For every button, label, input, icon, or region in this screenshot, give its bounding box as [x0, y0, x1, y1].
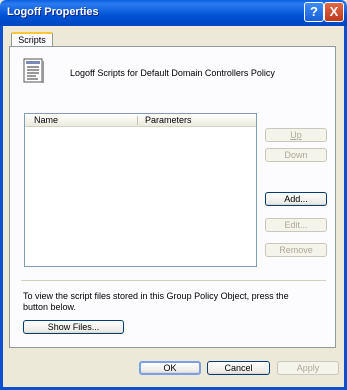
script-document-icon — [23, 58, 44, 83]
down-button-label: Down — [284, 150, 308, 160]
window-title: Logoff Properties — [7, 6, 99, 18]
remove-button[interactable]: Remove — [265, 243, 327, 257]
window-frame-left — [0, 26, 3, 390]
show-files-button-label: Show Files... — [47, 322, 100, 332]
add-button-label: Add... — [284, 194, 308, 204]
policy-title: Logoff Scripts for Default Domain Contro… — [70, 68, 275, 78]
column-header-parameters[interactable]: Parameters — [145, 115, 192, 125]
show-files-button[interactable]: Show Files... — [23, 320, 124, 334]
title-bar[interactable]: Logoff Properties ? X — [0, 0, 347, 26]
down-button[interactable]: Down — [265, 148, 327, 162]
cancel-button[interactable]: Cancel — [207, 361, 270, 375]
close-button[interactable]: X — [324, 2, 344, 22]
add-button[interactable]: Add... — [265, 192, 327, 206]
info-text: To view the script files stored in this … — [23, 291, 289, 312]
column-header-name[interactable]: Name — [34, 115, 58, 125]
cancel-button-label: Cancel — [224, 363, 253, 373]
scripts-list[interactable]: Name Parameters — [24, 113, 257, 267]
edit-button-label: Edit... — [284, 220, 308, 230]
list-header: Name Parameters — [25, 114, 256, 127]
up-button[interactable]: Up — [265, 128, 327, 142]
edit-button[interactable]: Edit... — [265, 218, 327, 232]
remove-button-label: Remove — [279, 245, 313, 255]
separator — [21, 280, 326, 281]
ok-button[interactable]: OK — [139, 361, 201, 375]
help-button[interactable]: ? — [304, 2, 324, 22]
apply-button-label: Apply — [296, 363, 320, 373]
column-divider[interactable] — [137, 116, 138, 125]
ok-button-label: OK — [163, 363, 177, 373]
apply-button[interactable]: Apply — [277, 361, 339, 375]
up-button-label: Up — [290, 130, 302, 140]
